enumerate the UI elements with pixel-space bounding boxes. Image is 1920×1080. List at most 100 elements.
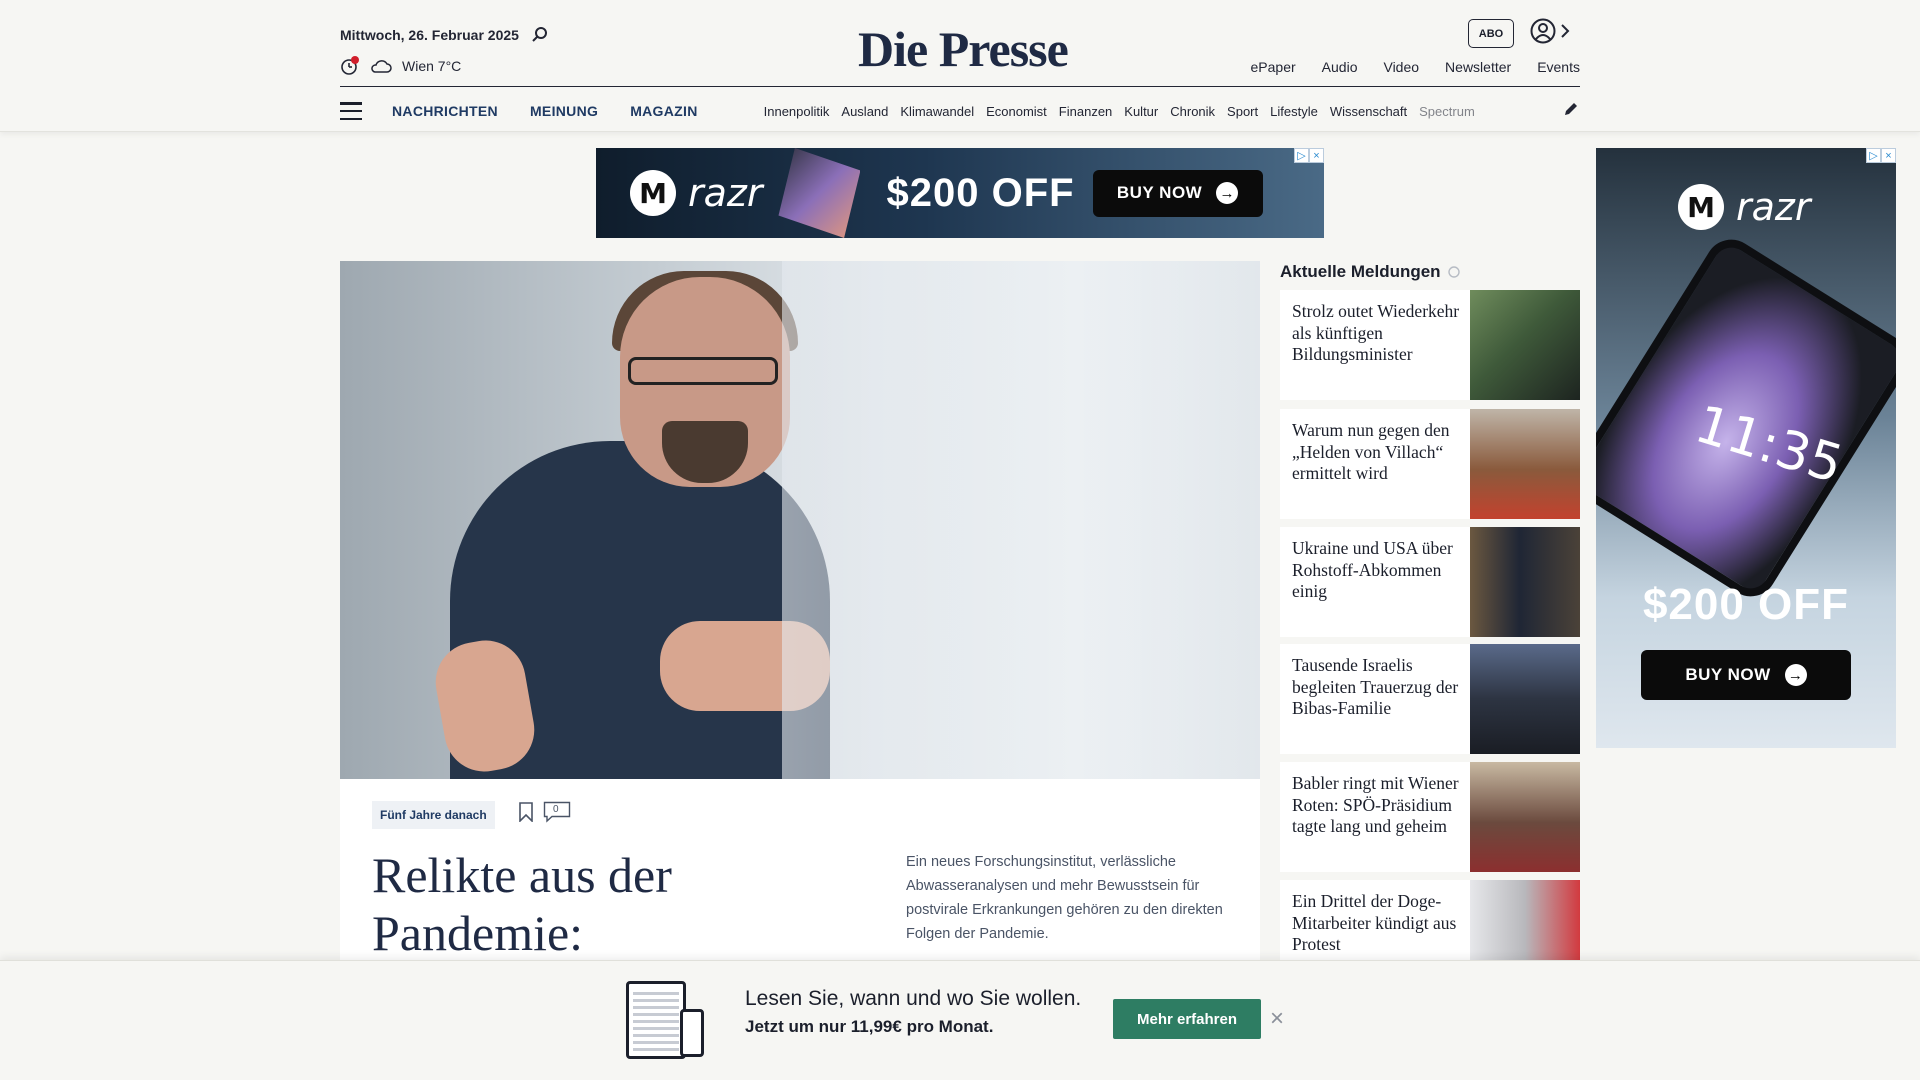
phone-time: 11:35 <box>1688 394 1850 496</box>
link-events[interactable]: Events <box>1537 59 1580 75</box>
nav-nachrichten[interactable]: NACHRICHTEN <box>392 103 498 119</box>
close-icon[interactable]: × <box>1270 1005 1284 1033</box>
motorola-logo-icon: M <box>1678 184 1724 230</box>
nav-meinung[interactable]: MEINUNG <box>530 103 598 119</box>
ad-brand: M razr <box>630 170 762 216</box>
section-sport[interactable]: Sport <box>1227 104 1258 119</box>
comment-count-value: 0 <box>553 804 559 815</box>
ad-price: $200 OFF <box>886 170 1075 215</box>
side-ad-buy-button[interactable]: BUY NOW → <box>1641 650 1851 700</box>
news-item-thumbnail[interactable] <box>1470 290 1580 400</box>
ad-info-icon[interactable]: ▷ <box>1866 148 1881 163</box>
cloud-icon <box>371 60 392 73</box>
side-ad-price: $200 OFF <box>1642 580 1850 629</box>
comment-count[interactable]: 0 <box>543 801 571 828</box>
header-divider <box>340 86 1580 87</box>
news-item-title[interactable]: Ukraine und USA über Rohstoff-Abkommen e… <box>1280 527 1470 637</box>
site-logo[interactable]: Die Presse <box>858 20 1069 78</box>
news-item-title[interactable]: Warum nun gegen den „Helden von Villach“… <box>1280 409 1470 519</box>
news-item-thumbnail[interactable] <box>1470 880 1580 960</box>
news-item-title[interactable]: Babler ringt mit Wiener Roten: SPÖ-Präsi… <box>1280 762 1470 872</box>
section-ausland[interactable]: Ausland <box>841 104 888 119</box>
section-economist[interactable]: Economist <box>986 104 1047 119</box>
news-item[interactable]: Babler ringt mit Wiener Roten: SPÖ-Präsi… <box>1280 762 1580 872</box>
tablet-illustration <box>626 981 686 1059</box>
news-item-title[interactable]: Tausende Israelis begleiten Trauerzug de… <box>1280 644 1470 754</box>
weather-text[interactable]: Wien 7°C <box>402 58 461 74</box>
link-audio[interactable]: Audio <box>1322 59 1358 75</box>
article-tag[interactable]: Fünf Jahre danach <box>372 801 495 829</box>
ad-buy-label: BUY NOW <box>1116 183 1203 202</box>
news-item-thumbnail[interactable] <box>1470 762 1580 872</box>
article-headline[interactable]: Relikte aus der Pandemie: <box>372 846 792 962</box>
news-item[interactable]: Ein Drittel der Doge-Mitarbeiter kündigt… <box>1280 880 1580 960</box>
phone-image: 11:35 <box>1596 229 1896 607</box>
news-item[interactable]: Tausende Israelis begleiten Trauerzug de… <box>1280 644 1580 754</box>
bookmark-icon[interactable] <box>518 802 534 822</box>
news-item[interactable]: Warum nun gegen den „Helden von Villach“… <box>1280 409 1580 519</box>
phone-image <box>778 148 861 238</box>
news-item[interactable]: Ukraine und USA über Rohstoff-Abkommen e… <box>1280 527 1580 637</box>
news-item[interactable]: Strolz outet Wiederkehr als künftigen Bi… <box>1280 290 1580 400</box>
article-hero-image[interactable] <box>340 261 1260 779</box>
section-chronik[interactable]: Chronik <box>1170 104 1215 119</box>
news-item-thumbnail[interactable] <box>1470 527 1580 637</box>
news-item-thumbnail[interactable] <box>1470 409 1580 519</box>
link-video[interactable]: Video <box>1383 59 1419 75</box>
section-spectrum[interactable]: Spectrum <box>1419 104 1475 119</box>
promo-title: Lesen Sie, wann und wo Sie wollen. <box>745 987 1082 1010</box>
hamburger-menu-icon[interactable] <box>340 102 362 120</box>
ad-close-icon[interactable]: × <box>1309 148 1324 163</box>
motorola-logo-icon: M <box>630 170 676 216</box>
section-finanzen[interactable]: Finanzen <box>1059 104 1112 119</box>
ad-brand-text: razr <box>688 171 763 215</box>
user-menu[interactable] <box>1530 18 1570 44</box>
section-kultur[interactable]: Kultur <box>1124 104 1158 119</box>
ad-buy-button[interactable]: BUY NOW → <box>1092 169 1263 217</box>
phone-illustration <box>680 1009 704 1057</box>
date-line: Mittwoch, 26. Februar 2025 <box>340 26 549 44</box>
abo-button[interactable]: ABO <box>1468 19 1514 48</box>
top-banner-ad[interactable]: M razr $200 OFF BUY NOW → ▷ × <box>596 148 1324 238</box>
chevron-right-icon[interactable] <box>1560 23 1570 39</box>
promo-subtitle: Jetzt um nur 11,99€ pro Monat. <box>745 1017 994 1036</box>
arrow-right-icon: → <box>1784 664 1807 686</box>
site-header: Mittwoch, 26. Februar 2025 Wien 7°C Die … <box>0 0 1920 132</box>
side-banner-ad[interactable]: M razr 11:35 $200 OFF BUY NOW → ▷ × <box>1596 148 1896 748</box>
current-date: Mittwoch, 26. Februar 2025 <box>340 27 519 43</box>
arrow-right-icon: → <box>1216 182 1239 204</box>
section-lifestyle[interactable]: Lifestyle <box>1270 104 1318 119</box>
latest-news-title: Aktuelle Meldungen <box>1280 262 1461 282</box>
link-epaper[interactable]: ePaper <box>1251 59 1296 75</box>
news-item-title[interactable]: Strolz outet Wiederkehr als künftigen Bi… <box>1280 290 1470 400</box>
side-ad-brand-text: razr <box>1736 185 1811 229</box>
search-icon[interactable] <box>531 26 549 44</box>
side-ad-choices[interactable]: ▷ × <box>1866 148 1896 163</box>
nav-magazin[interactable]: MAGAZIN <box>630 103 697 119</box>
ad-info-icon[interactable]: ▷ <box>1294 148 1309 163</box>
pencil-icon[interactable] <box>1562 100 1580 118</box>
side-ad-buy-label: BUY NOW <box>1685 665 1771 684</box>
news-item-title[interactable]: Ein Drittel der Doge-Mitarbeiter kündigt… <box>1280 880 1470 960</box>
ad-choices[interactable]: ▷ × <box>1294 148 1324 163</box>
side-ad-brand: M razr <box>1678 184 1810 230</box>
lead-article[interactable]: Fünf Jahre danach 0 Relikte aus der Pand… <box>340 261 1260 961</box>
news-item-thumbnail[interactable] <box>1470 644 1580 754</box>
subscription-banner: Lesen Sie, wann und wo Sie wollen. Jetzt… <box>0 960 1920 1080</box>
top-links: ePaper Audio Video Newsletter Events <box>1251 59 1580 75</box>
pulse-icon <box>1447 266 1460 278</box>
weather-line: Wien 7°C <box>340 56 461 76</box>
main-navigation: NACHRICHTEN MEINUNG MAGAZIN Innenpolitik… <box>340 98 1580 124</box>
link-newsletter[interactable]: Newsletter <box>1445 59 1511 75</box>
article-teaser: Ein neues Forschungsinstitut, verlässlic… <box>906 854 1223 942</box>
section-innenpolitik[interactable]: Innenpolitik <box>764 104 830 119</box>
section-wissenschaft[interactable]: Wissenschaft <box>1330 104 1407 119</box>
learn-more-button[interactable]: Mehr erfahren <box>1113 999 1261 1039</box>
latest-news-label: Aktuelle Meldungen <box>1280 262 1441 281</box>
section-klimawandel[interactable]: Klimawandel <box>900 104 974 119</box>
user-icon[interactable] <box>1530 18 1556 44</box>
section-nav: Innenpolitik Ausland Klimawandel Economi… <box>764 104 1524 119</box>
ad-close-icon[interactable]: × <box>1881 148 1896 163</box>
primary-nav: NACHRICHTEN MEINUNG MAGAZIN <box>392 103 698 119</box>
clock-notification-icon[interactable] <box>340 56 360 76</box>
